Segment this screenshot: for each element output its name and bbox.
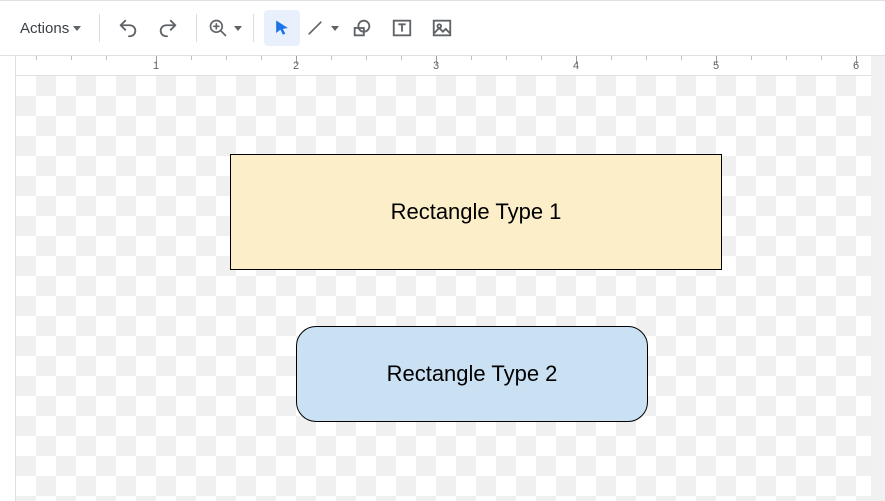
toolbar-divider [99, 14, 100, 42]
shape-label: Rectangle Type 1 [391, 199, 562, 225]
chevron-down-icon [234, 26, 242, 31]
vertical-scrollbar[interactable] [871, 56, 885, 501]
cursor-icon [272, 18, 292, 38]
insert-image-button[interactable] [424, 10, 460, 46]
drawing-canvas[interactable]: Rectangle Type 1 Rectangle Type 2 [16, 76, 885, 501]
ruler-mark: 2 [293, 60, 299, 72]
image-icon [431, 17, 453, 39]
text-box-icon [391, 17, 413, 39]
shapes-icon [351, 17, 373, 39]
chevron-down-icon [331, 26, 339, 31]
toolbar-divider [196, 14, 197, 42]
select-tool-button[interactable] [264, 10, 300, 46]
rectangle-shape-2[interactable]: Rectangle Type 2 [296, 326, 648, 422]
actions-menu-button[interactable]: Actions [12, 10, 89, 46]
vertical-ruler [0, 56, 16, 501]
rectangle-shape-1[interactable]: Rectangle Type 1 [230, 154, 722, 270]
undo-button[interactable] [110, 10, 146, 46]
redo-icon [157, 17, 179, 39]
line-tool-button[interactable] [304, 10, 340, 46]
shape-tool-button[interactable] [344, 10, 380, 46]
shape-label: Rectangle Type 2 [387, 361, 558, 387]
chevron-down-icon [73, 26, 81, 31]
horizontal-ruler: 1 2 3 4 5 6 [16, 56, 885, 76]
line-icon [305, 18, 325, 38]
canvas-area: 1 2 3 4 5 6 Rectangle Type 1 Rectangle T… [16, 56, 885, 501]
ruler-mark: 6 [853, 60, 859, 72]
zoom-in-icon [208, 18, 228, 38]
ruler-mark: 5 [713, 60, 719, 72]
redo-button[interactable] [150, 10, 186, 46]
workspace: 1 2 3 4 5 6 Rectangle Type 1 Rectangle T… [0, 56, 885, 501]
undo-icon [117, 17, 139, 39]
ruler-mark: 4 [573, 60, 579, 72]
zoom-button[interactable] [207, 10, 243, 46]
toolbar: Actions [0, 0, 885, 56]
ruler-mark: 1 [153, 60, 159, 72]
ruler-mark: 3 [433, 60, 439, 72]
text-box-button[interactable] [384, 10, 420, 46]
toolbar-divider [253, 14, 254, 42]
actions-label: Actions [20, 20, 69, 37]
